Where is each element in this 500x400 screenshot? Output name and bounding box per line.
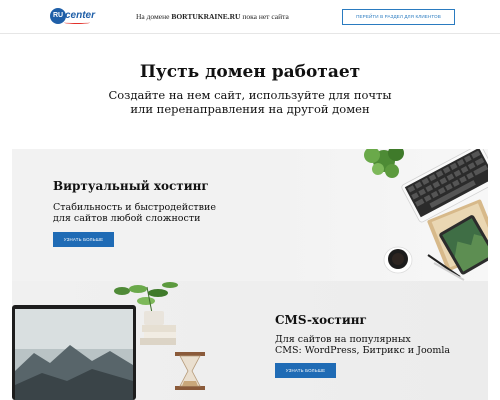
cms-hosting-description: Для сайтов на популярных CMS: WordPress,… [275,334,450,356]
logo-text: center [65,10,96,21]
hourglass-icon [175,352,205,390]
laptop-icon [12,305,136,400]
subtitle-line-1: Создайте на нем сайт, используйте для по… [108,88,392,102]
logo-swoosh-icon [64,21,90,24]
books-icon [140,325,176,345]
virtual-hosting-title: Виртуальный хостинг [53,179,209,193]
notice-prefix: На домене [136,12,172,21]
page-title: Пусть домен работает [139,62,361,82]
virtual-hosting-line-2: для сайтов любой сложности [53,213,201,224]
notice-domain: BORTUKRAINE.RU [171,12,241,21]
cms-hosting-line-1: Для сайтов на популярных [275,334,411,345]
cms-hosting-learn-more-button[interactable]: УЗНАТЬ БОЛЬШЕ [275,363,336,378]
notice-suffix: пока нет сайта [240,12,289,21]
coffee-cup-icon [383,246,413,274]
cms-hosting-title: CMS-хостинг [275,313,367,327]
plant-icon [364,149,404,178]
virtual-hosting-description: Стабильность и быстродействие для сайтов… [53,202,216,224]
subtitle-line-2: или перенаправления на другой домен [130,102,370,116]
cms-hosting-panel: CMS-хостинг Для сайтов на популярных CMS… [12,281,488,400]
virtual-hosting-panel: Виртуальный хостинг Стабильность и быстр… [12,149,488,281]
client-section-button[interactable]: ПЕРЕЙТИ В РАЗДЕЛ ДЛЯ КЛИЕНТОВ [342,9,455,25]
virtual-hosting-learn-more-button[interactable]: УЗНАТЬ БОЛЬШЕ [53,232,114,247]
cms-hosting-line-2: CMS: WordPress, Битрикс и Joomla [275,345,451,356]
page-subtitle: Создайте на нем сайт, используйте для по… [0,88,500,116]
top-bar: RU center На домене BORTUKRAINE.RU пока … [0,0,500,34]
ru-center-logo[interactable]: RU center [50,8,96,26]
virtual-hosting-line-1: Стабильность и быстродействие [53,202,216,213]
domain-notice: На домене BORTUKRAINE.RU пока нет сайта [136,12,289,21]
